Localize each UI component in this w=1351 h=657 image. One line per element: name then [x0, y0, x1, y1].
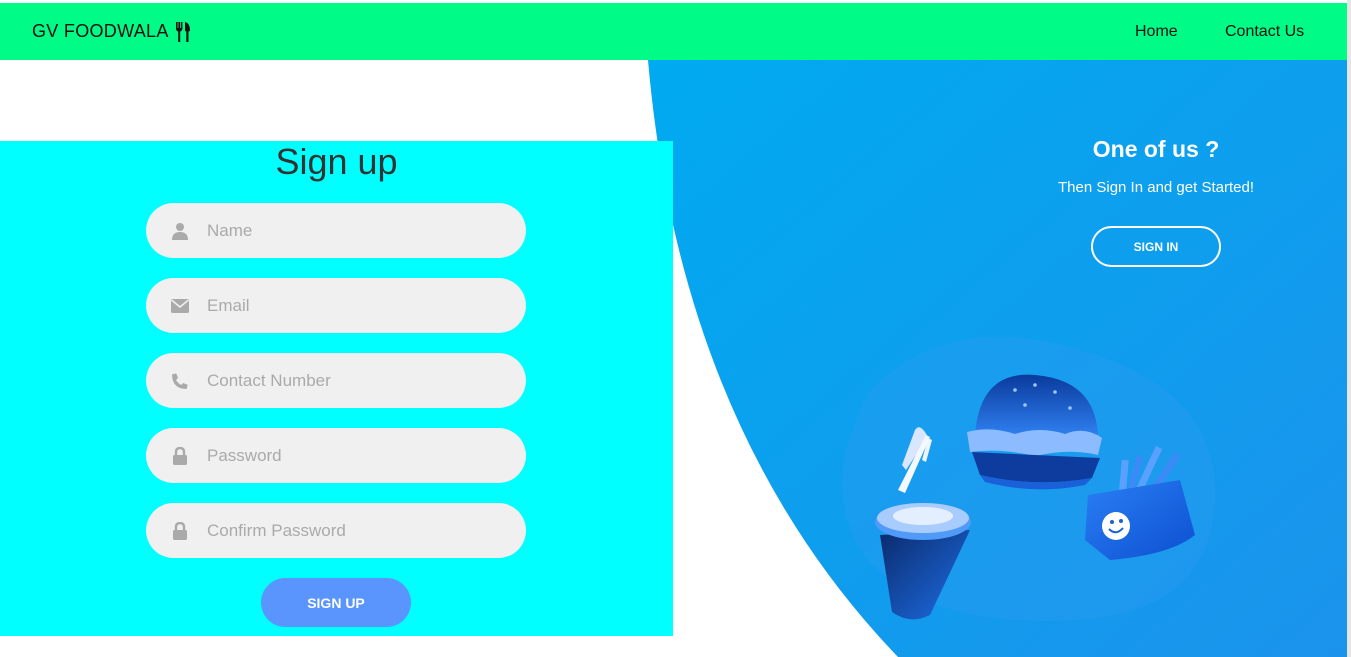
signup-title: Sign up [275, 141, 398, 182]
signup-button[interactable]: SIGN UP [261, 578, 411, 627]
email-field[interactable] [146, 278, 526, 333]
signup-page: GV FOODWALA Home Contact Us Sign up Name… [0, 0, 1351, 657]
user-icon [170, 221, 190, 241]
contact-number-field[interactable] [146, 353, 526, 408]
brand-name: GV FOODWALA [32, 21, 169, 41]
contact-number-input[interactable] [207, 353, 507, 408]
signin-button[interactable]: SIGN IN [1091, 226, 1221, 267]
phone-icon [170, 371, 190, 391]
nav-contact-link[interactable]: Contact Us [1225, 3, 1304, 60]
password-input[interactable] [207, 428, 507, 483]
scrollbar[interactable] [1347, 0, 1351, 657]
fork-knife-icon [175, 21, 191, 42]
email-input[interactable] [207, 278, 507, 333]
password-field[interactable] [146, 428, 526, 483]
lock-icon [170, 446, 190, 466]
fast-food-illustration [842, 336, 1216, 622]
brand-logo[interactable]: GV FOODWALA [32, 3, 191, 60]
confirm-password-field[interactable] [146, 503, 526, 558]
signin-prompt: One of us ? Then Sign In and get Started… [1036, 130, 1276, 267]
signin-subtext: Then Sign In and get Started! [1058, 179, 1254, 196]
name-input[interactable] [207, 203, 507, 258]
navbar: GV FOODWALA Home Contact Us [0, 3, 1351, 60]
lock-icon [170, 521, 190, 541]
envelope-icon [170, 296, 190, 316]
signin-heading: One of us ? [1092, 136, 1220, 162]
name-field[interactable] [146, 203, 526, 258]
confirm-password-input[interactable] [207, 503, 507, 558]
nav-home-link[interactable]: Home [1135, 3, 1178, 60]
